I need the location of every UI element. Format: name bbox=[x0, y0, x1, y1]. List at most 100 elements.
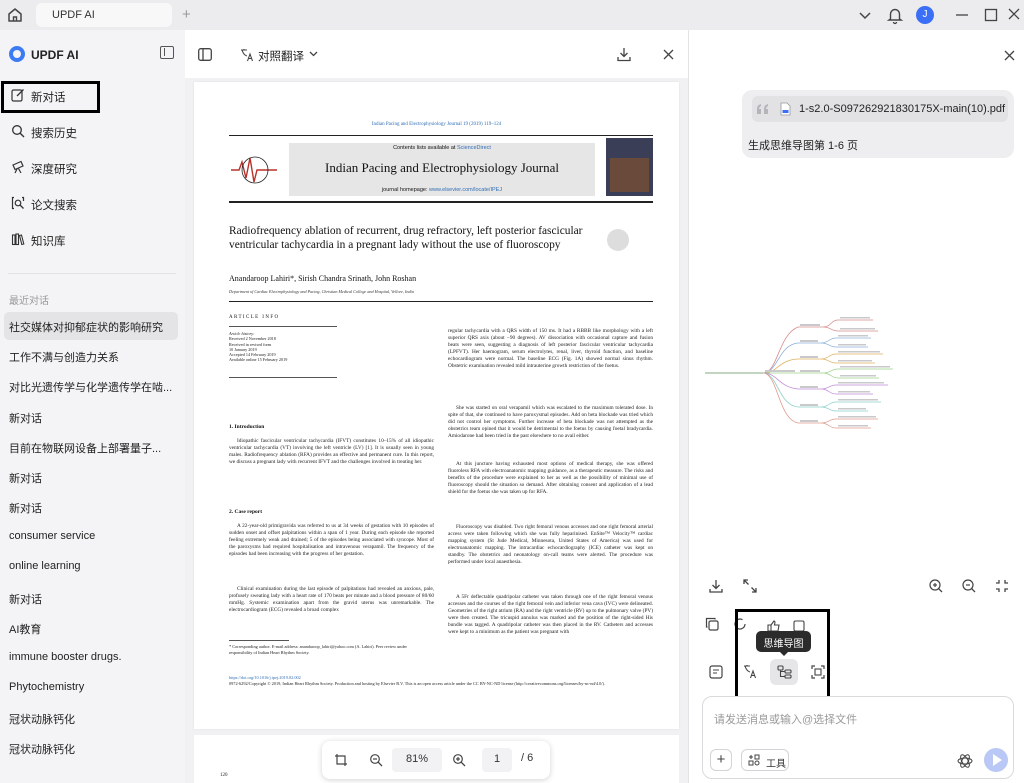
user-message-text: 生成思维导图第 1-6 页 bbox=[748, 140, 859, 152]
sidebar-item-knowledge-base[interactable]: 知识库 bbox=[9, 229, 169, 251]
mindmap-preview[interactable] bbox=[703, 315, 1008, 435]
mindmap-zoom-out-icon[interactable] bbox=[958, 575, 980, 597]
user-avatar[interactable]: J bbox=[916, 6, 934, 24]
close-document-icon[interactable] bbox=[663, 49, 674, 60]
contents-line: Contents lists available at ScienceDirec… bbox=[393, 145, 491, 151]
user-message-bubble: 1-s2.0-S097262921830175X-main(10).pdf 生成… bbox=[742, 90, 1014, 158]
pdf-file-icon bbox=[780, 102, 791, 116]
chevron-down-icon[interactable] bbox=[858, 6, 872, 24]
new-tab-button[interactable]: + bbox=[182, 7, 191, 22]
sidebar-item-paper-search[interactable]: 论文搜索 bbox=[9, 193, 169, 215]
home-icon[interactable] bbox=[6, 6, 24, 24]
recent-chat-item[interactable]: consumer service bbox=[4, 523, 178, 551]
tab-label: UPDF AI bbox=[52, 9, 95, 21]
sidebar-item-search-history[interactable]: 搜索历史 bbox=[9, 121, 169, 143]
bell-icon[interactable] bbox=[886, 6, 904, 25]
rule-line bbox=[229, 377, 337, 378]
close-panel-icon[interactable] bbox=[1004, 50, 1015, 61]
recent-chat-item[interactable]: 目前在物联网设备上部署量子... bbox=[4, 433, 178, 461]
recent-chat-item[interactable]: Phytochemistry bbox=[4, 674, 178, 702]
footnote: * Corresponding author. E-mail address: … bbox=[229, 644, 407, 655]
paper-affiliation: Department of Cardiac Electrophysiology … bbox=[229, 289, 414, 294]
download-icon[interactable] bbox=[617, 47, 631, 62]
sidebar-item-label: 知识库 bbox=[31, 236, 66, 248]
mindmap-zoom-in-icon[interactable] bbox=[925, 575, 947, 597]
sidebar-item-label: 搜索历史 bbox=[31, 128, 77, 140]
recent-chat-item[interactable]: 新对话 bbox=[4, 584, 178, 612]
message-input-placeholder: 请发送消息或输入@选择文件 bbox=[714, 714, 858, 726]
copy-icon[interactable] bbox=[705, 617, 719, 631]
quote-icon bbox=[757, 104, 768, 114]
recent-chat-item[interactable]: 对比光遗传学与化学遗传学在啮... bbox=[4, 372, 178, 400]
footnote-rule bbox=[229, 640, 289, 641]
new-chat-highlight-box bbox=[1, 81, 100, 113]
zoom-in-icon[interactable] bbox=[452, 753, 466, 767]
check-for-updates-badge[interactable] bbox=[607, 229, 629, 251]
document-tab[interactable]: UPDF AI bbox=[36, 3, 172, 27]
send-button[interactable] bbox=[984, 748, 1008, 772]
rule-line bbox=[229, 201, 653, 203]
collapse-sidebar-icon[interactable] bbox=[160, 46, 174, 59]
paper-authors: Anandaroop Lahiri*, Sirish Chandra Srina… bbox=[229, 274, 417, 283]
expand-icon[interactable] bbox=[739, 575, 761, 597]
intro-paragraph: Idiopathic fascicular ventricular tachyc… bbox=[229, 438, 434, 465]
recent-chat-item[interactable]: 新对话 bbox=[4, 403, 178, 431]
recent-chat-item[interactable]: AI教育 bbox=[4, 614, 178, 642]
sidebar-toggle-icon[interactable] bbox=[198, 48, 212, 61]
paper-title: Radiofrequency ablation of recurrent, dr… bbox=[229, 225, 583, 251]
section-heading: 1. Introduction bbox=[229, 424, 265, 430]
total-pages-label: / 6 bbox=[521, 752, 534, 764]
updf-logo bbox=[9, 46, 25, 62]
paper-search-icon bbox=[11, 196, 25, 210]
journal-title: Indian Pacing and Electrophysiology Jour… bbox=[325, 160, 559, 175]
journal-cover-image bbox=[606, 138, 653, 196]
tools-label: 工具 bbox=[766, 759, 786, 770]
maximize-icon[interactable] bbox=[984, 6, 998, 24]
recent-chat-item[interactable]: immune booster drugs. bbox=[4, 644, 178, 672]
tools-button[interactable]: 工具 bbox=[741, 749, 789, 771]
recent-chat-item[interactable]: 新对话 bbox=[4, 493, 178, 521]
right-column-paragraph: A 5Fr deflectable quadripolar catheter w… bbox=[448, 594, 653, 635]
zoom-out-icon[interactable] bbox=[369, 753, 383, 767]
library-icon bbox=[11, 233, 25, 246]
recent-chat-item[interactable]: online learning bbox=[4, 553, 178, 581]
case-paragraph: A 22-year-old primigravida was referred … bbox=[229, 523, 434, 557]
translate-mode-label[interactable]: 对照翻译 bbox=[258, 48, 304, 64]
zoom-level-field[interactable]: 81% bbox=[392, 748, 442, 772]
brand-name: UPDF AI bbox=[31, 48, 79, 62]
summary-icon[interactable] bbox=[702, 659, 730, 685]
section-heading: 2. Case report bbox=[229, 509, 263, 515]
minimize-icon[interactable] bbox=[955, 6, 969, 24]
attached-file-name: 1-s2.0-S097262921830175X-main(10).pdf bbox=[799, 103, 1006, 115]
add-attachment-button[interactable]: + bbox=[710, 749, 732, 771]
recent-chat-item[interactable]: 冠状动脉钙化 bbox=[4, 734, 178, 762]
fit-view-icon[interactable] bbox=[991, 575, 1013, 597]
attached-file-chip[interactable]: 1-s2.0-S097262921830175X-main(10).pdf bbox=[752, 96, 1008, 122]
title-bar: UPDF AI + J bbox=[0, 0, 1024, 30]
zoom-page-toolbar: 81% 1 / 6 bbox=[322, 741, 550, 779]
recent-chat-item[interactable]: 冠状动脉钙化 bbox=[4, 704, 178, 732]
rule-line bbox=[229, 301, 653, 302]
journal-homepage: journal homepage: www.elsevier.com/locat… bbox=[381, 187, 503, 193]
right-column-paragraph: She was started on oral verapamil which … bbox=[448, 405, 653, 439]
ai-chat-panel: 1-s2.0-S097262921830175X-main(10).pdf 生成… bbox=[688, 30, 1024, 783]
recent-chat-item[interactable]: 新对话 bbox=[4, 463, 178, 491]
current-page-field[interactable]: 1 bbox=[482, 748, 512, 772]
right-column-paragraph: Fluoroscopy was disabled. Two right femo… bbox=[448, 524, 653, 565]
mindmap-highlight-box bbox=[735, 609, 830, 701]
ai-model-icon[interactable] bbox=[957, 753, 973, 769]
right-column-paragraph: regular tachycardia with a QRS width of … bbox=[448, 328, 653, 369]
chevron-down-icon[interactable] bbox=[309, 50, 318, 58]
download-mindmap-icon[interactable] bbox=[705, 575, 727, 597]
sidebar-item-deep-research[interactable]: 深度研究 bbox=[9, 157, 169, 179]
right-column-paragraph: At this juncture having exhausted most o… bbox=[448, 461, 653, 495]
article-info-heading: ARTICLE INFO bbox=[229, 315, 280, 320]
message-composer[interactable]: 请发送消息或输入@选择文件 + 工具 bbox=[702, 696, 1014, 779]
close-window-icon[interactable] bbox=[1007, 6, 1021, 24]
document-pane: 对照翻译 Indian Pacing and Electrophysiology… bbox=[185, 30, 688, 783]
recent-chat-item[interactable]: 工作不满与创造力关系 bbox=[4, 342, 178, 370]
fit-page-icon[interactable] bbox=[334, 753, 348, 767]
sidebar-item-label: 深度研究 bbox=[31, 164, 77, 176]
recent-chat-item[interactable]: 社交媒体对抑郁症状的影响研究 bbox=[4, 312, 178, 340]
translate-icon[interactable] bbox=[240, 48, 254, 62]
